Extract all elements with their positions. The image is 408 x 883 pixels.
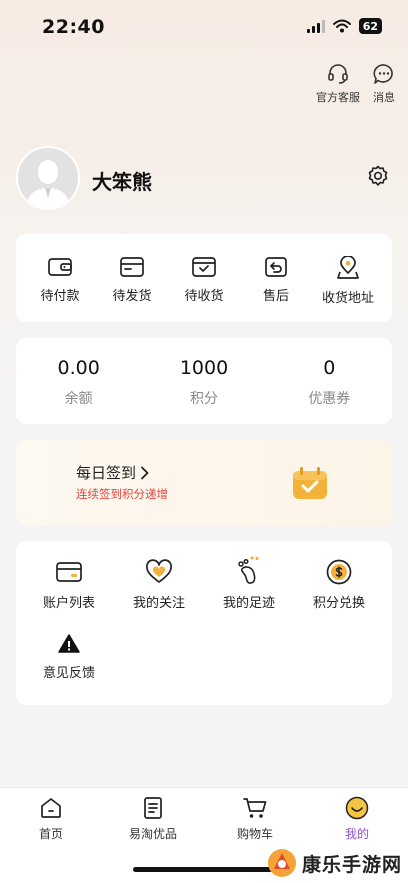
location-pin-icon	[337, 256, 359, 279]
my-follows-button[interactable]: 我的关注	[112, 559, 206, 611]
settings-button[interactable]	[366, 164, 390, 192]
checkin-title: 每日签到	[76, 464, 137, 482]
box-icon	[120, 257, 144, 277]
home-icon	[41, 798, 61, 818]
cart-icon	[243, 798, 267, 818]
chevron-right-icon	[141, 466, 149, 479]
smile-icon	[345, 796, 369, 820]
order-pending-shipment[interactable]: 待发货	[96, 234, 168, 322]
order-pending-payment-label: 待付款	[40, 289, 80, 304]
order-shipping-address[interactable]: 收货地址	[312, 234, 384, 322]
order-after-sales[interactable]: 售后	[240, 234, 312, 322]
calendar-check-icon	[293, 467, 327, 499]
watermark-logo-icon	[267, 849, 296, 877]
tab-mine-label: 我的	[344, 827, 369, 841]
balance-label: 余额	[64, 391, 93, 407]
account-list-button[interactable]: 账户列表	[22, 559, 116, 611]
status-bar: 22:40 62	[0, 0, 408, 54]
points-label: 积分	[189, 391, 218, 407]
my-footprints-label: 我的足迹	[222, 596, 275, 611]
username: 大笨熊	[92, 170, 152, 194]
gear-icon	[368, 165, 388, 186]
points-value: 1000	[179, 357, 229, 379]
order-pending-payment[interactable]: 待付款	[24, 234, 96, 322]
checkin-subtitle: 连续签到积分递增	[76, 487, 168, 501]
order-pending-shipment-label: 待发货	[112, 289, 152, 304]
signal-icon	[306, 19, 325, 33]
account-list-label: 账户列表	[42, 596, 95, 611]
coin-icon	[326, 559, 352, 585]
customer-service-button[interactable]: 官方客服	[316, 62, 360, 105]
tab-home[interactable]: 首页	[0, 788, 102, 883]
checkin-title-row: 每日签到	[76, 462, 150, 483]
watermark-text: 康乐手游网	[301, 853, 402, 876]
package-check-icon	[192, 257, 216, 277]
order-pending-receipt-label: 待收货	[184, 289, 224, 304]
assets-card: 0.00 余额 1000 积分 0 优惠券	[16, 338, 392, 424]
tab-home-label: 首页	[38, 827, 63, 841]
wifi-icon	[332, 19, 351, 33]
balance-item[interactable]: 0.00 余额	[16, 338, 141, 424]
messages-label: 消息	[373, 91, 395, 104]
user-silhouette-icon	[18, 148, 78, 208]
points-exchange-label: 积分兑换	[312, 596, 365, 611]
status-time: 22:40	[42, 16, 105, 38]
my-follows-label: 我的关注	[132, 596, 185, 611]
warning-icon	[58, 634, 80, 653]
card-icon	[56, 562, 82, 582]
status-icons: 62	[306, 18, 382, 34]
balance-value: 0.00	[57, 357, 100, 379]
coupons-label: 优惠券	[308, 391, 351, 407]
headset-icon	[328, 64, 348, 84]
coupons-value: 0	[323, 357, 336, 379]
orders-card: 待付款 待发货 待收货 售后 收货地址	[16, 234, 392, 322]
tab-yitao-products-label: 易淘优品	[128, 827, 177, 841]
daily-checkin-card[interactable]: 每日签到 连续签到积分递增	[16, 440, 392, 525]
customer-service-label: 官方客服	[316, 91, 360, 104]
order-shipping-address-label: 收货地址	[321, 291, 374, 306]
my-footprints-button[interactable]: 我的足迹	[202, 555, 296, 611]
order-after-sales-label: 售后	[262, 289, 289, 304]
points-exchange-button[interactable]: 积分兑换	[292, 559, 386, 611]
document-icon	[144, 797, 162, 819]
top-actions: 官方客服 消息	[316, 62, 396, 105]
heart-icon	[146, 559, 172, 583]
message-icon	[373, 64, 393, 84]
avatar[interactable]	[16, 146, 80, 210]
feedback-button[interactable]: 意见反馈	[22, 633, 116, 681]
feedback-label: 意见反馈	[42, 666, 95, 681]
home-indicator	[133, 867, 273, 872]
profile-section: 大笨熊	[16, 146, 392, 212]
return-icon	[265, 257, 287, 277]
services-card: 账户列表 我的关注 我的足迹 积分兑换 意见反馈	[16, 541, 392, 705]
tab-cart-label: 购物车	[236, 827, 273, 841]
points-item[interactable]: 1000 积分	[141, 338, 266, 424]
watermark: 康乐手游网	[266, 847, 402, 879]
coupons-item[interactable]: 0 优惠券	[267, 338, 392, 424]
wallet-icon	[48, 258, 72, 276]
footprint-icon	[238, 556, 259, 584]
order-pending-receipt[interactable]: 待收货	[168, 234, 240, 322]
battery-indicator: 62	[358, 18, 382, 34]
messages-button[interactable]: 消息	[372, 62, 396, 105]
